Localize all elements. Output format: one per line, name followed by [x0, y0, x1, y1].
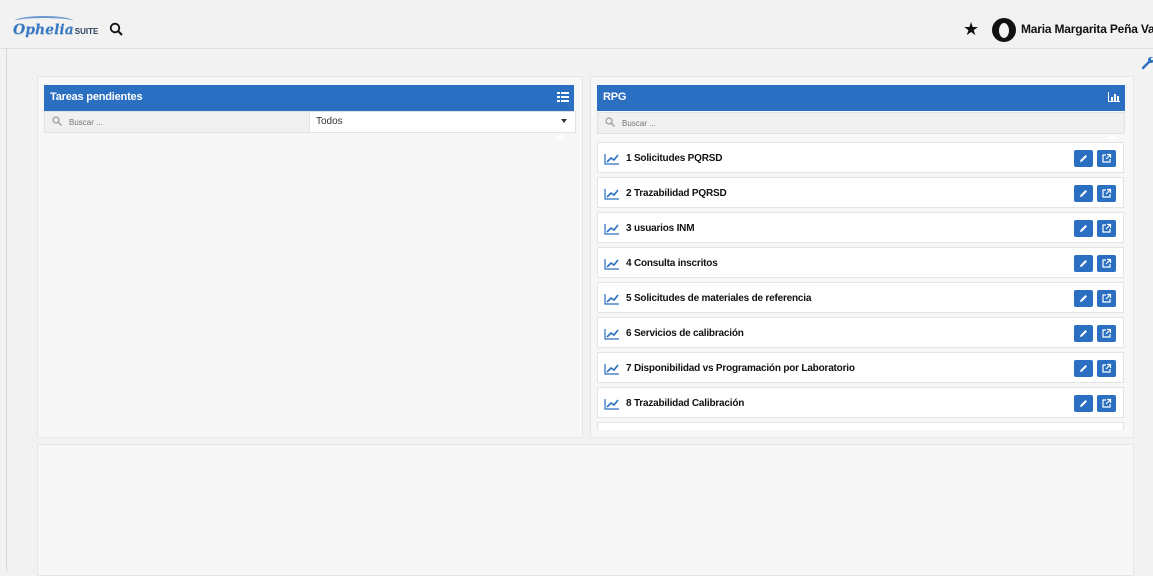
- pencil-icon: [1080, 330, 1087, 337]
- edit-button[interactable]: [1074, 325, 1093, 342]
- pencil-icon: [1080, 155, 1087, 162]
- search-icon: [605, 117, 615, 127]
- left-border: [6, 48, 7, 571]
- list-item[interactable]: 2 Trazabilidad PQRSD: [597, 177, 1124, 208]
- open-external-button[interactable]: [1097, 150, 1116, 167]
- edit-button[interactable]: [1074, 360, 1093, 377]
- list-item-label: 2 Trazabilidad PQRSD: [626, 188, 727, 199]
- list-item[interactable]: 3 usuarios INM: [597, 212, 1124, 243]
- edit-button[interactable]: [1074, 185, 1093, 202]
- external-link-icon: [1102, 293, 1112, 303]
- edit-button[interactable]: [1074, 150, 1093, 167]
- logo-swoosh: [15, 16, 73, 26]
- line-chart-icon: [604, 329, 619, 340]
- open-external-button[interactable]: [1097, 185, 1116, 202]
- pencil-icon: [1080, 295, 1087, 302]
- line-chart-icon: [604, 399, 619, 410]
- list-item-label: 3 usuarios INM: [626, 223, 695, 234]
- external-link-icon: [1102, 153, 1112, 163]
- line-chart-icon: [604, 294, 619, 305]
- avatar-icon[interactable]: [992, 18, 1016, 42]
- logo-suite-text: SUITE: [74, 27, 99, 36]
- line-chart-icon: [604, 364, 619, 375]
- list-item-label: 1 Solicitudes PQRSD: [626, 153, 723, 164]
- tasks-filter-value: Todos: [316, 116, 343, 127]
- list-item-label: 6 Servicios de calibración: [626, 328, 744, 339]
- top-bar: Ophelia SUITE ★ Maria Margarita Peña Var…: [0, 6, 1153, 49]
- list-item-label: 8 Trazabilidad Calibración: [626, 398, 745, 409]
- pencil-icon: [1080, 260, 1087, 267]
- list-item[interactable]: 8 Trazabilidad Calibración: [597, 387, 1124, 418]
- open-external-button[interactable]: [1097, 325, 1116, 342]
- edit-button[interactable]: [1074, 255, 1093, 272]
- line-chart-icon: [604, 154, 619, 165]
- list-item[interactable]: 6 Servicios de calibración: [597, 317, 1124, 348]
- edit-button[interactable]: [1074, 290, 1093, 307]
- ophelia-suite-logo[interactable]: Ophelia SUITE: [13, 16, 99, 38]
- external-link-icon: [1102, 363, 1112, 373]
- list-item[interactable]: 7 Disponibilidad vs Programación por Lab…: [597, 352, 1124, 383]
- user-menu[interactable]: Maria Margarita Peña Vargas▼: [1021, 22, 1153, 36]
- scroll-up-arrow[interactable]: [555, 134, 567, 139]
- open-external-button[interactable]: [1097, 255, 1116, 272]
- bar-chart-icon[interactable]: [1108, 92, 1120, 102]
- tasks-filter-select[interactable]: Todos: [309, 111, 576, 133]
- line-chart-icon: [604, 259, 619, 270]
- search-icon[interactable]: [109, 22, 123, 36]
- rpg-search-input[interactable]: [620, 115, 824, 131]
- tasks-search-bar[interactable]: [44, 111, 310, 133]
- open-external-button[interactable]: [1097, 220, 1116, 237]
- edit-button[interactable]: [1074, 220, 1093, 237]
- tasks-panel-title: Tareas pendientes: [50, 91, 143, 103]
- pencil-icon: [1080, 225, 1087, 232]
- line-chart-icon: [604, 224, 619, 235]
- list-item[interactable]: 4 Consulta inscritos: [597, 247, 1124, 278]
- line-chart-icon: [604, 189, 619, 200]
- rpg-search-bar[interactable]: [597, 112, 1125, 134]
- search-icon: [52, 116, 62, 126]
- scroll-up-arrow[interactable]: [1106, 134, 1118, 139]
- list-item[interactable]: 5 Solicitudes de materiales de referenci…: [597, 282, 1124, 313]
- open-external-button[interactable]: [1097, 360, 1116, 377]
- open-external-button[interactable]: [1097, 395, 1116, 412]
- list-icon[interactable]: [557, 92, 569, 102]
- external-link-icon: [1102, 258, 1112, 268]
- tasks-panel-header: Tareas pendientes: [44, 85, 574, 111]
- list-item[interactable]: 1 Solicitudes PQRSD: [597, 142, 1124, 173]
- wrench-icon[interactable]: [1141, 56, 1153, 70]
- pencil-icon: [1080, 365, 1087, 372]
- pencil-icon: [1080, 400, 1087, 407]
- edit-button[interactable]: [1074, 395, 1093, 412]
- rpg-report-list: 1 Solicitudes PQRSD 2 Trazabilidad PQRSD 3…: [597, 142, 1124, 430]
- external-link-icon: [1102, 223, 1112, 233]
- external-link-icon: [1102, 328, 1112, 338]
- list-item-label: 4 Consulta inscritos: [626, 258, 718, 269]
- list-item-label: 5 Solicitudes de materiales de referenci…: [626, 293, 812, 304]
- list-item-partial: [597, 422, 1124, 430]
- favorites-star-icon[interactable]: ★: [963, 19, 979, 40]
- chevron-down-icon: [561, 119, 567, 123]
- rpg-panel-header: RPG: [597, 85, 1125, 111]
- user-name: Maria Margarita Peña Vargas: [1021, 22, 1153, 36]
- pencil-icon: [1080, 190, 1087, 197]
- open-external-button[interactable]: [1097, 290, 1116, 307]
- tasks-search-input[interactable]: [67, 114, 271, 130]
- external-link-icon: [1102, 398, 1112, 408]
- external-link-icon: [1102, 188, 1112, 198]
- list-item-label: 7 Disponibilidad vs Programación por Lab…: [626, 363, 855, 374]
- bottom-panel: [37, 444, 1134, 576]
- rpg-panel-title: RPG: [603, 91, 627, 103]
